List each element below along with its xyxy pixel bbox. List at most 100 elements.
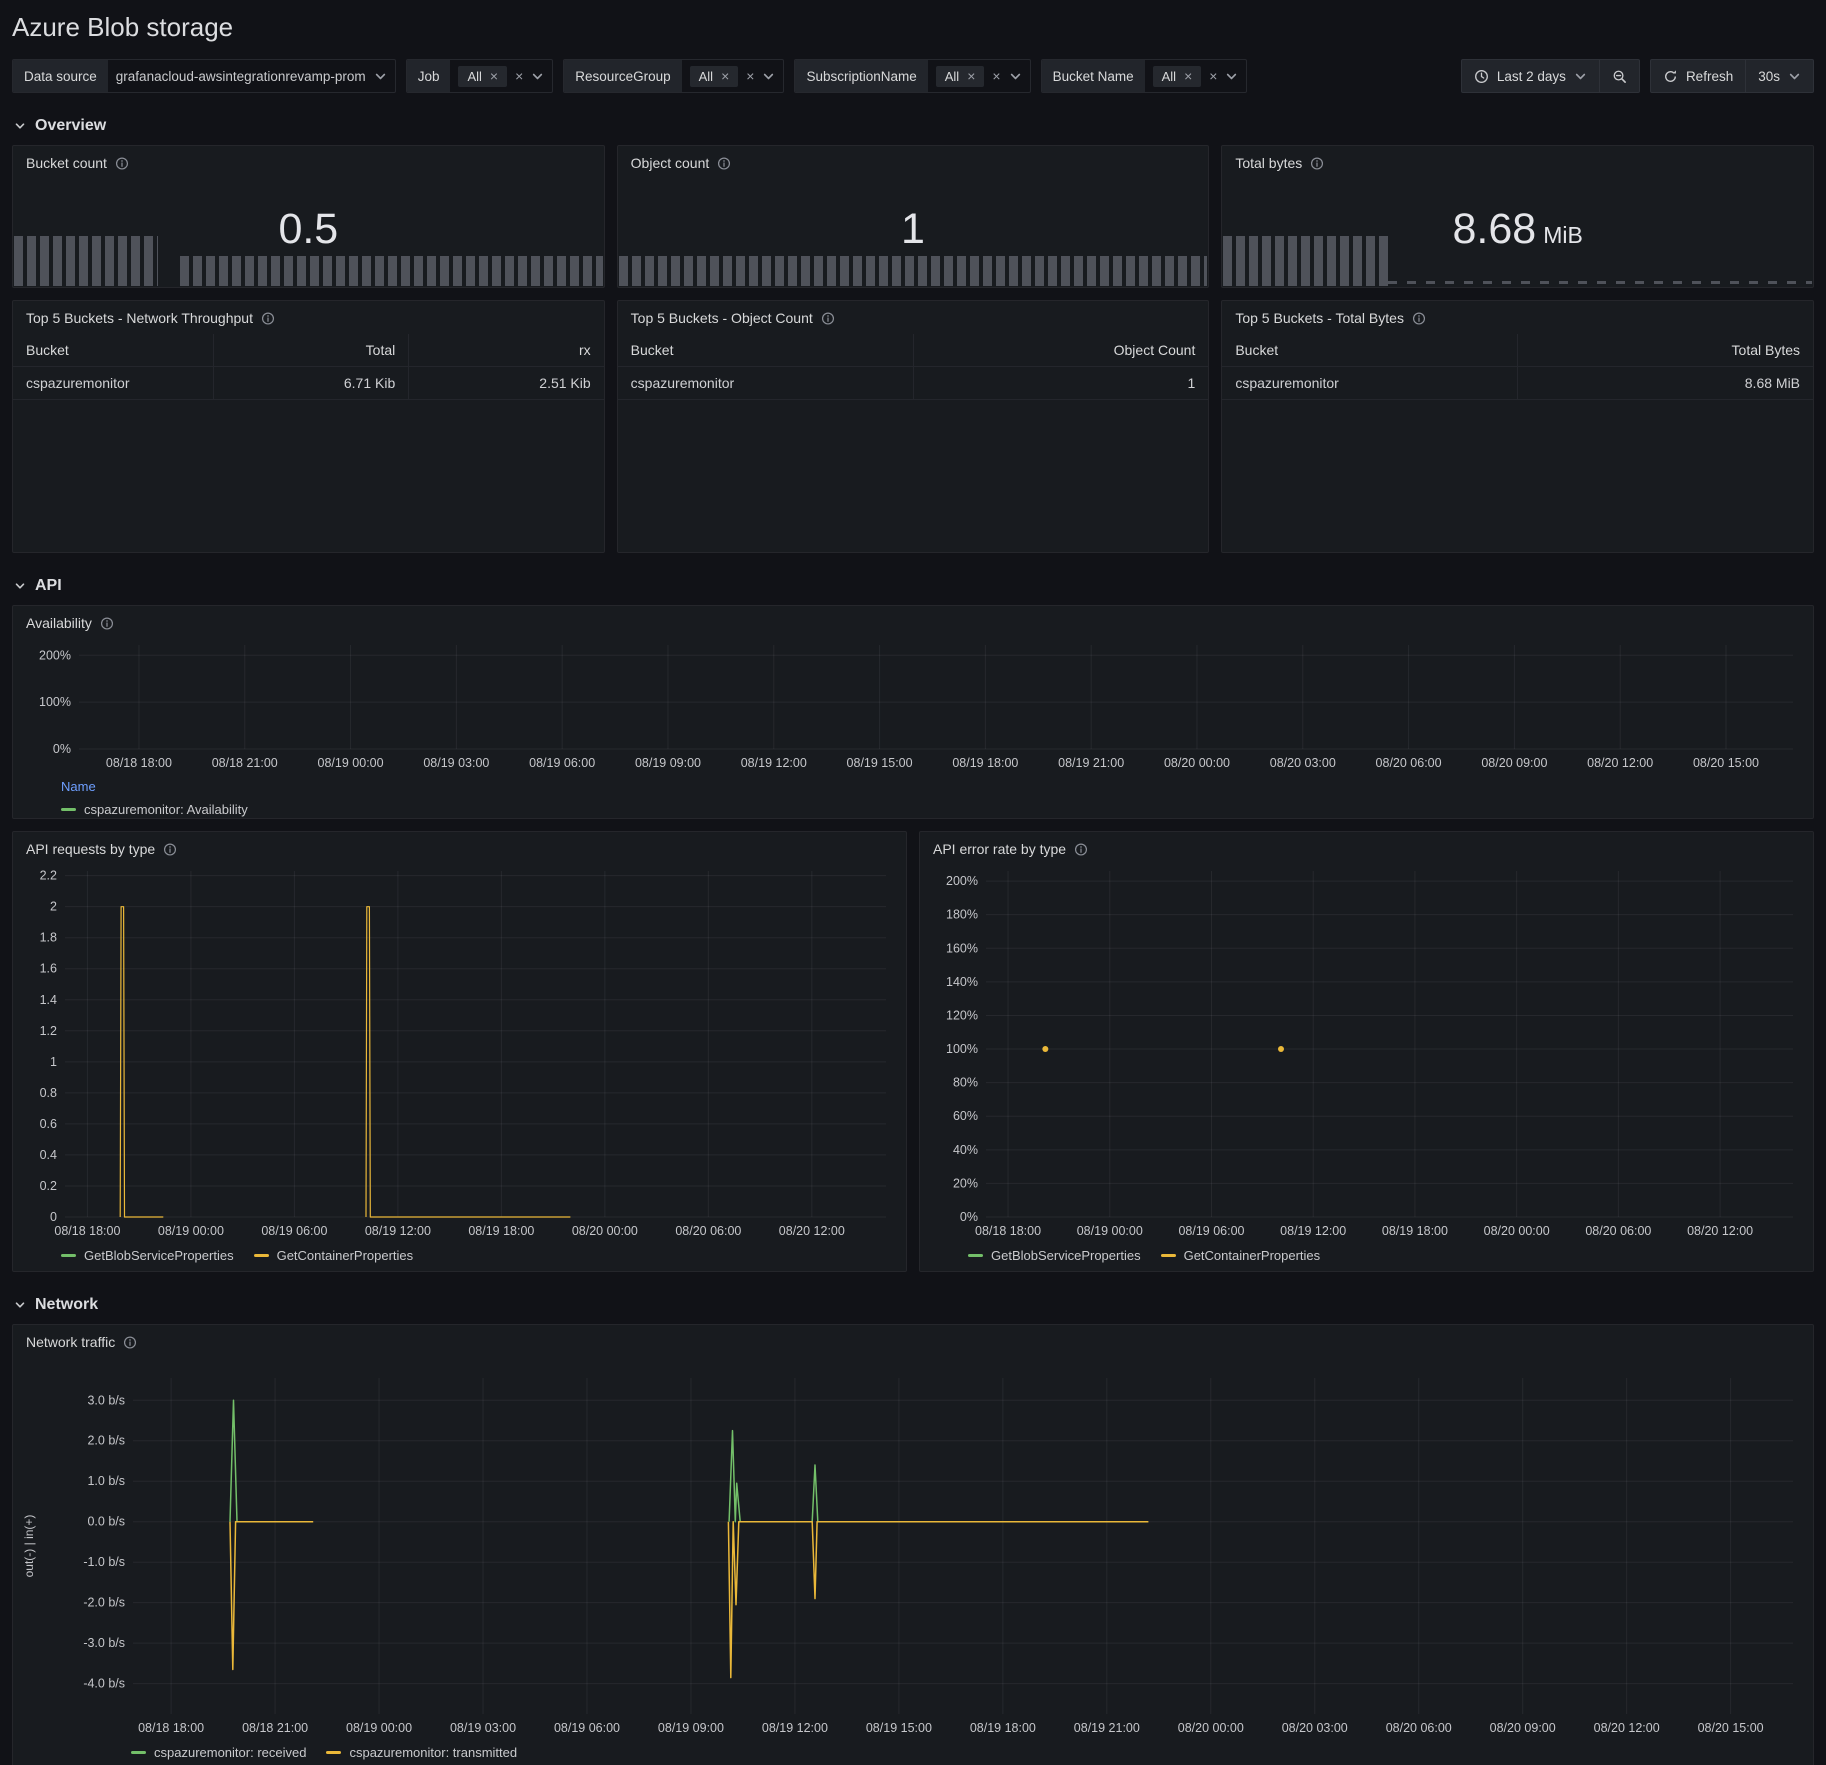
section-title: Overview	[35, 117, 106, 135]
column-header-object-count[interactable]: Object Count	[913, 334, 1208, 367]
svg-text:08/19 18:00: 08/19 18:00	[970, 1721, 1036, 1735]
svg-text:08/18 18:00: 08/18 18:00	[106, 756, 172, 770]
legend-label: GetContainerProperties	[1184, 1248, 1321, 1263]
chevron-down-icon[interactable]	[531, 70, 544, 83]
info-icon[interactable]	[123, 1335, 137, 1349]
svg-text:08/20 00:00: 08/20 00:00	[1164, 756, 1230, 770]
info-icon[interactable]	[163, 842, 177, 856]
section-overview[interactable]: Overview	[14, 117, 1812, 135]
filter-bucket-name: Bucket Name All× ×	[1041, 59, 1248, 93]
chevron-down-icon[interactable]	[1225, 70, 1238, 83]
time-range-picker[interactable]: Last 2 days	[1462, 60, 1599, 92]
svg-text:08/18 21:00: 08/18 21:00	[242, 1721, 308, 1735]
chip-label: All	[945, 69, 959, 84]
svg-text:60%: 60%	[953, 1109, 978, 1123]
filter-subscriptionname: SubscriptionName All× ×	[794, 59, 1030, 93]
chevron-down-icon	[14, 120, 26, 132]
info-icon[interactable]	[115, 156, 129, 170]
clear-all-icon[interactable]: ×	[515, 69, 523, 83]
remove-value-icon[interactable]: ×	[721, 69, 729, 83]
legend-item[interactable]: GetBlobServiceProperties	[61, 1248, 234, 1263]
filter-value-chip[interactable]: All×	[458, 66, 507, 87]
filter-label: Data source	[13, 60, 108, 92]
section-network[interactable]: Network	[14, 1296, 1812, 1314]
svg-text:40%: 40%	[953, 1143, 978, 1157]
clock-icon	[1474, 69, 1489, 84]
legend-item[interactable]: cspazuremonitor: Availability	[61, 802, 248, 817]
svg-text:08/19 12:00: 08/19 12:00	[762, 1721, 828, 1735]
refresh-interval-picker[interactable]: 30s	[1745, 60, 1813, 92]
panel-title: Availability	[26, 615, 92, 631]
chart-canvas: 08/18 18:0008/18 21:0008/19 00:0008/19 0…	[17, 1368, 1809, 1740]
chevron-down-icon[interactable]	[762, 70, 775, 83]
info-icon[interactable]	[821, 311, 835, 325]
stat-value: 1	[618, 208, 1209, 251]
panel-api-requests-by-type: API requests by type 08/18 18:0008/19 00…	[12, 831, 907, 1272]
column-header-rx[interactable]: rx	[409, 334, 604, 367]
svg-text:08/19 06:00: 08/19 06:00	[261, 1224, 327, 1238]
clear-all-icon[interactable]: ×	[746, 69, 754, 83]
column-header-total-bytes[interactable]: Total Bytes	[1518, 334, 1813, 367]
remove-value-icon[interactable]: ×	[967, 69, 975, 83]
svg-text:08/20 15:00: 08/20 15:00	[1693, 756, 1759, 770]
column-header-total[interactable]: Total	[214, 334, 409, 367]
availability-chart[interactable]: 08/18 18:0008/18 21:0008/19 00:0008/19 0…	[17, 637, 1809, 775]
data-source-value[interactable]: grafanacloud-awsintegrationrevamp-prom	[116, 69, 366, 84]
info-icon[interactable]	[261, 311, 275, 325]
legend-item[interactable]: GetContainerProperties	[1161, 1248, 1321, 1263]
chart-legend: cspazuremonitor: Availability	[13, 797, 1813, 819]
chart-legend: cspazuremonitor: received cspazuremonitor…	[13, 1740, 1813, 1765]
svg-text:1.8: 1.8	[40, 931, 57, 945]
filter-job: Job All× ×	[406, 59, 554, 93]
api-error-rate-chart[interactable]: 08/18 18:0008/19 00:0008/19 06:0008/19 1…	[924, 863, 1809, 1243]
info-icon[interactable]	[1310, 156, 1324, 170]
legend-item[interactable]: cspazuremonitor: transmitted	[326, 1745, 517, 1760]
panel-object-count: Object count 1	[617, 145, 1210, 288]
info-icon[interactable]	[1412, 311, 1426, 325]
legend-item[interactable]: GetBlobServiceProperties	[968, 1248, 1141, 1263]
svg-text:08/19 06:00: 08/19 06:00	[1178, 1224, 1244, 1238]
clear-all-icon[interactable]: ×	[992, 69, 1000, 83]
zoom-out-button[interactable]	[1599, 60, 1639, 92]
table-cell: 1	[913, 367, 1208, 400]
clear-all-icon[interactable]: ×	[1209, 69, 1217, 83]
section-api[interactable]: API	[14, 577, 1812, 595]
panel-top5-object-count: Top 5 Buckets - Object Count BucketObjec…	[617, 300, 1210, 553]
svg-text:1: 1	[50, 1055, 57, 1069]
svg-text:08/19 18:00: 08/19 18:00	[468, 1224, 534, 1238]
chevron-down-icon	[14, 580, 26, 592]
svg-text:08/19 18:00: 08/19 18:00	[1382, 1224, 1448, 1238]
svg-text:1.0 b/s: 1.0 b/s	[87, 1474, 125, 1488]
info-icon[interactable]	[717, 156, 731, 170]
svg-text:120%: 120%	[946, 1008, 978, 1022]
filter-value-chip[interactable]: All×	[1153, 66, 1202, 87]
svg-text:08/20 09:00: 08/20 09:00	[1481, 756, 1547, 770]
svg-text:08/19 09:00: 08/19 09:00	[658, 1721, 724, 1735]
svg-text:1.6: 1.6	[40, 962, 57, 976]
column-header-bucket[interactable]: Bucket	[1222, 334, 1517, 367]
remove-value-icon[interactable]: ×	[490, 69, 498, 83]
api-requests-chart[interactable]: 08/18 18:0008/19 00:0008/19 06:0008/19 1…	[17, 863, 902, 1243]
filter-value-chip[interactable]: All×	[690, 66, 739, 87]
svg-text:08/19 06:00: 08/19 06:00	[529, 756, 595, 770]
legend-header-name[interactable]: Name	[13, 775, 1813, 797]
svg-text:08/20 12:00: 08/20 12:00	[1587, 756, 1653, 770]
legend-item[interactable]: cspazuremonitor: received	[131, 1745, 306, 1760]
refresh-button[interactable]: Refresh	[1651, 60, 1745, 92]
svg-text:100%: 100%	[39, 695, 71, 709]
column-header-bucket[interactable]: Bucket	[13, 334, 214, 367]
filter-data-source: Data source grafanacloud-awsintegrationr…	[12, 59, 396, 93]
svg-text:out(-) | in(+): out(-) | in(+)	[22, 1515, 36, 1578]
legend-item[interactable]: GetContainerProperties	[254, 1248, 414, 1263]
chevron-down-icon[interactable]	[374, 70, 387, 83]
info-icon[interactable]	[100, 616, 114, 630]
svg-text:08/20 15:00: 08/20 15:00	[1698, 1721, 1764, 1735]
column-header-bucket[interactable]: Bucket	[618, 334, 913, 367]
panel-title: Network traffic	[26, 1334, 115, 1350]
filter-value-chip[interactable]: All ×	[936, 66, 985, 87]
chevron-down-icon[interactable]	[1009, 70, 1022, 83]
remove-value-icon[interactable]: ×	[1184, 69, 1192, 83]
network-traffic-chart[interactable]: 08/18 18:0008/18 21:0008/19 00:0008/19 0…	[17, 1368, 1809, 1740]
svg-text:140%: 140%	[946, 975, 978, 989]
info-icon[interactable]	[1074, 842, 1088, 856]
